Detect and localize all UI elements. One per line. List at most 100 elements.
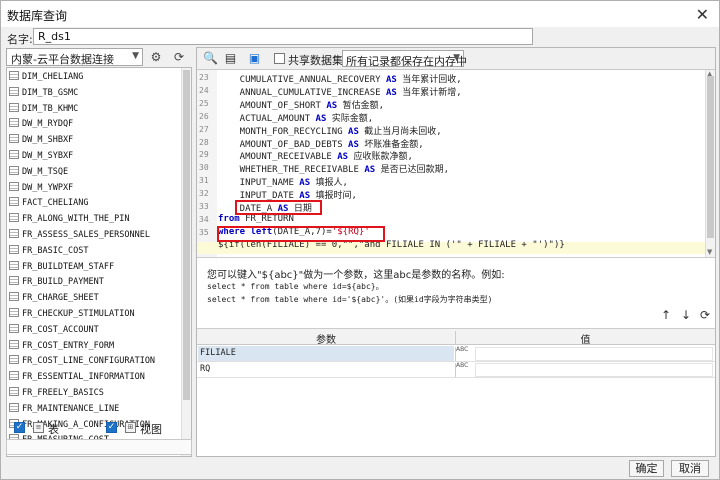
list-type-checks: ✓ ≡ 表 ✓ ⊞ 视图 — [6, 419, 192, 437]
table-name: FR_MAINTENANCE_LINE — [22, 403, 120, 414]
highlight-box-where — [217, 226, 385, 242]
table-icon — [9, 371, 19, 381]
close-icon[interactable]: ✕ — [696, 5, 709, 24]
line-number-gutter: 2324252627282930313233343536 — [197, 70, 217, 257]
list-item[interactable]: FR_CHARGE_SHEET — [9, 292, 181, 307]
highlight-box-date-a — [235, 200, 322, 215]
param-value-field[interactable] — [475, 347, 713, 361]
editor-scrollbar[interactable]: ▲ ▼ — [705, 70, 715, 257]
scrollbar-thumb[interactable] — [183, 70, 190, 400]
sql-keyword: from — [218, 213, 240, 224]
sql-text: 实际金额, — [326, 113, 374, 124]
arrow-up-icon[interactable]: ↑ — [661, 308, 671, 322]
list-item[interactable]: DW_M_SYBXF — [9, 150, 181, 165]
editor-scrollbar-thumb[interactable] — [707, 76, 714, 238]
table-name: FR_ALONG_WITH_THE_PIN — [22, 214, 130, 225]
table-checkbox[interactable]: ✓ — [14, 422, 25, 433]
scroll-down-icon[interactable]: ▼ — [707, 248, 712, 256]
ok-button[interactable]: 确定 — [629, 460, 664, 477]
line-number: 26 — [199, 111, 209, 121]
editor-toolbar: 🔍 ▤ ▣ 共享数据集 所有记录都保存在内存中 ▼ — [197, 48, 715, 70]
line-number: 28 — [199, 137, 209, 147]
list-item[interactable]: DW_M_YWPXF — [9, 181, 181, 197]
dialog-title: 数据库查询 — [7, 9, 68, 23]
storage-mode-select[interactable]: 所有记录都保存在内存中 ▼ — [342, 50, 467, 68]
share-dataset-checkbox[interactable] — [274, 53, 285, 64]
save-icon[interactable]: ▣ — [247, 51, 262, 66]
list-item[interactable]: FR_BASIC_COST — [9, 244, 181, 260]
left-panel: 内蒙-云平台数据连接 ▼ ⚙ ⟳ DIM_CHELIANG DIM_TB_GSMC… — [6, 47, 192, 457]
line-number: 35 — [199, 227, 209, 237]
list-item[interactable]: FR_MAINTENANCE_LINE — [9, 402, 181, 418]
table-name: FR_BUILDTEAM_STAFF — [22, 261, 115, 272]
list-item[interactable]: DW_M_RYDQF — [9, 118, 181, 133]
sql-text: AMOUNT_RECEIVABLE — [218, 152, 338, 163]
table-row[interactable]: FILIALE ABC — [197, 346, 715, 362]
table-name: FR_CHARGE_SHEET — [22, 293, 99, 304]
name-label: 名字: — [7, 33, 33, 46]
list-item[interactable]: FR_CHECKUP_STIMULATION — [9, 308, 181, 323]
list-item[interactable]: FR_COST_ACCOUNT — [9, 323, 181, 339]
table-icon — [9, 323, 19, 333]
table-name: FR_ASSESS_SALES_PERSONNEL — [22, 230, 150, 240]
sql-text: 当年累计回收, — [396, 75, 462, 85]
list-item[interactable]: FR_COST_ENTRY_FORM — [9, 339, 181, 355]
sql-keyword: AS — [385, 87, 397, 98]
list-item[interactable]: DIM_CHELIANG — [9, 71, 181, 86]
share-dataset-label: 共享数据集 — [288, 54, 343, 67]
view-checkbox[interactable]: ✓ — [106, 422, 117, 433]
query-dialog: 数据库查询 ✕ 名字: 内蒙-云平台数据连接 ▼ ⚙ ⟳ DIM_CHELIAN… — [0, 0, 720, 480]
line-number: 30 — [199, 163, 209, 173]
printer-icon[interactable]: ▤ — [223, 51, 238, 66]
list-item[interactable]: FR_BUILD_PAYMENT — [9, 276, 181, 291]
code-line: from FR_RETURN — [218, 214, 294, 224]
table-name: FR_FREELY_BASICS — [22, 388, 104, 398]
arrow-down-icon[interactable]: ↓ — [681, 308, 691, 322]
connection-value: 内蒙-云平台数据连接 — [11, 53, 114, 66]
list-item[interactable]: DIM_TB_KHMC — [9, 102, 181, 118]
list-item[interactable]: FR_ALONG_WITH_THE_PIN — [9, 213, 181, 228]
table-name: DW_M_SHBXF — [22, 135, 74, 146]
table-name: DIM_TB_KHMC — [22, 103, 79, 114]
list-item[interactable]: FACT_CHELIANG — [9, 197, 181, 212]
left-status-bar — [6, 439, 192, 455]
view-check-label: 视图 — [140, 423, 162, 436]
help-text: 您可以键入"${abc}"做为一个参数，这里abc是参数的名称。例如: sele… — [197, 260, 715, 314]
table-name: DW_M_RYDQF — [22, 119, 74, 130]
list-item[interactable]: FR_ESSENTIAL_INFORMATION — [9, 371, 181, 386]
list-item[interactable]: FR_COST_LINE_CONFIGURATION — [9, 355, 181, 370]
table-list-scrollbar[interactable] — [181, 68, 191, 456]
table-name: DW_M_YWPXF — [22, 182, 74, 193]
list-item[interactable]: FR_BUILDTEAM_STAFF — [9, 260, 181, 276]
edit-connection-icon[interactable]: ⚙ — [148, 49, 164, 65]
help-line-3: select * from table where id='${abc}'。(如… — [207, 295, 493, 304]
sql-text: AMOUNT_OF_SHORT — [218, 100, 327, 111]
param-value-header: 值 — [455, 331, 715, 346]
table-row[interactable]: RQ ABC — [197, 362, 715, 378]
list-item[interactable]: FR_ASSESS_SALES_PERSONNEL — [9, 229, 181, 244]
sql-text: 当年累计新增, — [396, 87, 462, 98]
list-item[interactable]: DW_M_TSQE — [9, 165, 181, 181]
list-item[interactable]: DIM_TB_GSMC — [9, 86, 181, 102]
list-item[interactable]: DW_M_SHBXF — [9, 134, 181, 149]
param-value-field[interactable] — [475, 363, 713, 377]
preview-icon[interactable]: 🔍 — [203, 51, 218, 66]
cancel-button[interactable]: 取消 — [671, 460, 709, 477]
table-name: FR_CHECKUP_STIMULATION — [22, 309, 135, 319]
code-line: MONTH_FOR_RECYCLING AS 截止当月尚未回收, — [218, 124, 442, 137]
right-panel: 🔍 ▤ ▣ 共享数据集 所有记录都保存在内存中 ▼ 23 24 25 26 27 28 29… — [196, 47, 716, 457]
refresh-icon[interactable]: ⟳ — [171, 49, 187, 65]
refresh-params-icon[interactable]: ⟳ — [700, 308, 710, 322]
param-name: RQ — [200, 364, 211, 374]
connection-select[interactable]: 内蒙-云平台数据连接 ▼ — [6, 48, 143, 66]
sql-text: 截止当月尚未回收, — [358, 126, 442, 137]
line-number: 25 — [199, 98, 209, 108]
text-type-icon[interactable]: ABC — [455, 363, 473, 377]
sql-keyword: AS — [348, 126, 359, 137]
text-type-icon[interactable]: ABC — [455, 347, 473, 361]
name-input[interactable] — [33, 28, 533, 45]
sql-keyword: AS — [337, 152, 349, 163]
list-item[interactable]: FR_FREELY_BASICS — [9, 387, 181, 402]
sql-editor[interactable]: 2324252627282930313233343536 CUMULATIVE_… — [197, 70, 715, 258]
code-line: ACTUAL_AMOUNT AS 实际金额, — [218, 111, 374, 124]
